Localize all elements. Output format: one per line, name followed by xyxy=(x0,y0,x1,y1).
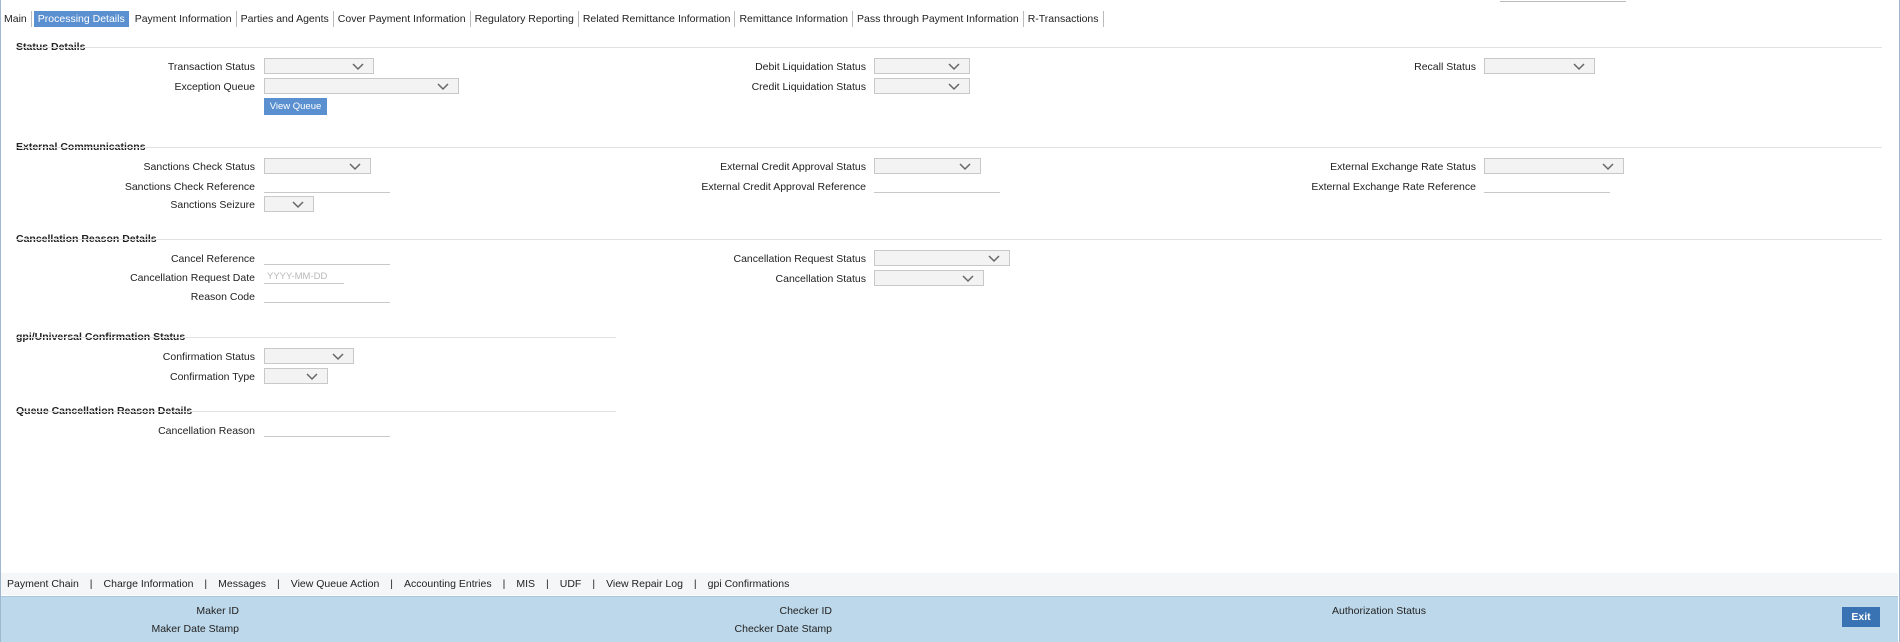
sanctions-check-reference-label: Sanctions Check Reference xyxy=(124,181,255,193)
cancel-reference-label: Cancel Reference xyxy=(170,253,255,265)
recall-status-label: Recall Status xyxy=(1414,61,1476,73)
sanctions-seizure-select[interactable] xyxy=(264,196,314,212)
tab-payment-information[interactable]: Payment Information xyxy=(131,11,237,27)
exception-queue-label: Exception Queue xyxy=(174,81,255,93)
chevron-down-icon xyxy=(351,60,365,72)
exception-queue-select[interactable] xyxy=(264,78,459,94)
view-queue-button[interactable]: View Queue xyxy=(264,98,327,115)
confirmation-status-select[interactable] xyxy=(264,348,354,364)
link-separator: | xyxy=(89,578,93,590)
external-credit-approval-status-label: External Credit Approval Status xyxy=(720,161,866,173)
link-payment-chain[interactable]: Payment Chain xyxy=(7,578,79,590)
external-exchange-rate-reference-input[interactable] xyxy=(1484,179,1610,193)
link-messages[interactable]: Messages xyxy=(218,578,266,590)
chevron-down-icon xyxy=(947,80,961,92)
tab-remittance-information[interactable]: Remittance Information xyxy=(735,11,854,27)
maker-id-label: Maker ID xyxy=(196,605,239,617)
credit-liquidation-status-select[interactable] xyxy=(874,78,970,94)
chevron-down-icon xyxy=(1601,160,1615,172)
cancellation-request-date-label: Cancellation Request Date xyxy=(130,272,255,284)
link-separator: | xyxy=(390,578,394,590)
tab-pass-through-payment-information[interactable]: Pass through Payment Information xyxy=(853,11,1024,27)
sanctions-check-reference-input[interactable] xyxy=(264,179,390,193)
section-divider xyxy=(16,239,1882,240)
tab-regulatory-reporting[interactable]: Regulatory Reporting xyxy=(471,11,579,27)
chevron-down-icon xyxy=(331,350,345,362)
cancellation-reason-input[interactable] xyxy=(264,423,390,437)
section-divider xyxy=(16,47,1882,48)
checker-date-stamp-label: Checker Date Stamp xyxy=(734,623,832,635)
chevron-down-icon xyxy=(987,252,1001,264)
transaction-status-select[interactable] xyxy=(264,58,374,74)
external-credit-approval-reference-label: External Credit Approval Reference xyxy=(701,181,866,193)
section-divider xyxy=(16,147,1882,148)
cancel-reference-input[interactable] xyxy=(264,251,390,265)
sanctions-check-status-label: Sanctions Check Status xyxy=(143,161,255,173)
recall-status-select[interactable] xyxy=(1484,58,1595,74)
chevron-down-icon xyxy=(961,272,975,284)
cancellation-status-label: Cancellation Status xyxy=(775,273,866,285)
reason-code-label: Reason Code xyxy=(190,291,255,303)
confirmation-type-select[interactable] xyxy=(264,368,328,384)
exit-button[interactable]: Exit xyxy=(1842,607,1880,627)
chevron-down-icon xyxy=(305,370,319,382)
section-divider xyxy=(16,337,616,338)
sanctions-check-status-select[interactable] xyxy=(264,158,371,174)
link-gpi-confirmations[interactable]: gpi Confirmations xyxy=(708,578,790,590)
debit-liquidation-status-select[interactable] xyxy=(874,58,970,74)
link-separator: | xyxy=(204,578,208,590)
link-accounting-entries[interactable]: Accounting Entries xyxy=(404,578,492,590)
cancellation-request-status-select[interactable] xyxy=(874,250,1010,266)
audit-footer xyxy=(1,596,1898,642)
debit-liquidation-status-label: Debit Liquidation Status xyxy=(755,61,866,73)
section-divider xyxy=(16,411,616,412)
link-mis[interactable]: MIS xyxy=(516,578,535,590)
link-separator: | xyxy=(546,578,549,590)
tab-parties-and-agents[interactable]: Parties and Agents xyxy=(237,11,334,27)
confirmation-type-label: Confirmation Type xyxy=(169,371,255,383)
authorization-status-label: Authorization Status xyxy=(1332,605,1426,617)
window-frame xyxy=(0,0,1900,642)
cancellation-status-select[interactable] xyxy=(874,270,984,286)
cancellation-request-status-label: Cancellation Request Status xyxy=(733,253,867,265)
top-right-field[interactable] xyxy=(1500,0,1626,2)
cancellation-reason-label: Cancellation Reason xyxy=(158,425,255,437)
link-separator: | xyxy=(693,578,697,590)
tab-related-remittance-information[interactable]: Related Remittance Information xyxy=(579,11,736,27)
sanctions-seizure-label: Sanctions Seizure xyxy=(170,199,255,211)
bottom-link-bar: Payment Chain | Charge Information | Mes… xyxy=(1,573,1898,595)
chevron-down-icon xyxy=(291,198,305,210)
confirmation-status-label: Confirmation Status xyxy=(162,351,255,363)
chevron-down-icon xyxy=(947,60,961,72)
tab-r-transactions[interactable]: R-Transactions xyxy=(1024,11,1104,27)
external-exchange-rate-status-select[interactable] xyxy=(1484,158,1624,174)
transaction-status-label: Transaction Status xyxy=(167,61,255,73)
credit-liquidation-status-label: Credit Liquidation Status xyxy=(751,81,866,93)
external-exchange-rate-reference-label: External Exchange Rate Reference xyxy=(1311,181,1476,193)
external-credit-approval-reference-input[interactable] xyxy=(874,179,1000,193)
chevron-down-icon xyxy=(958,160,972,172)
cancellation-request-date-input[interactable]: YYYY-MM-DD xyxy=(264,270,344,284)
link-separator: | xyxy=(502,578,506,590)
maker-date-stamp-label: Maker Date Stamp xyxy=(151,623,239,635)
chevron-down-icon xyxy=(348,160,362,172)
tab-cover-payment-information[interactable]: Cover Payment Information xyxy=(334,11,471,27)
link-view-repair-log[interactable]: View Repair Log xyxy=(606,578,683,590)
link-view-queue-action[interactable]: View Queue Action xyxy=(291,578,380,590)
tab-main[interactable]: Main xyxy=(0,11,32,27)
chevron-down-icon xyxy=(1572,60,1586,72)
link-udf[interactable]: UDF xyxy=(560,578,582,590)
tab-bar: Main Processing Details Payment Informat… xyxy=(0,11,1104,27)
link-separator: | xyxy=(277,578,280,590)
reason-code-input[interactable] xyxy=(264,289,390,303)
external-exchange-rate-status-label: External Exchange Rate Status xyxy=(1330,161,1476,173)
checker-id-label: Checker ID xyxy=(779,605,832,617)
link-separator: | xyxy=(592,578,596,590)
link-charge-information[interactable]: Charge Information xyxy=(104,578,194,590)
chevron-down-icon xyxy=(436,80,450,92)
external-credit-approval-status-select[interactable] xyxy=(874,158,981,174)
tab-processing-details[interactable]: Processing Details xyxy=(33,11,129,27)
